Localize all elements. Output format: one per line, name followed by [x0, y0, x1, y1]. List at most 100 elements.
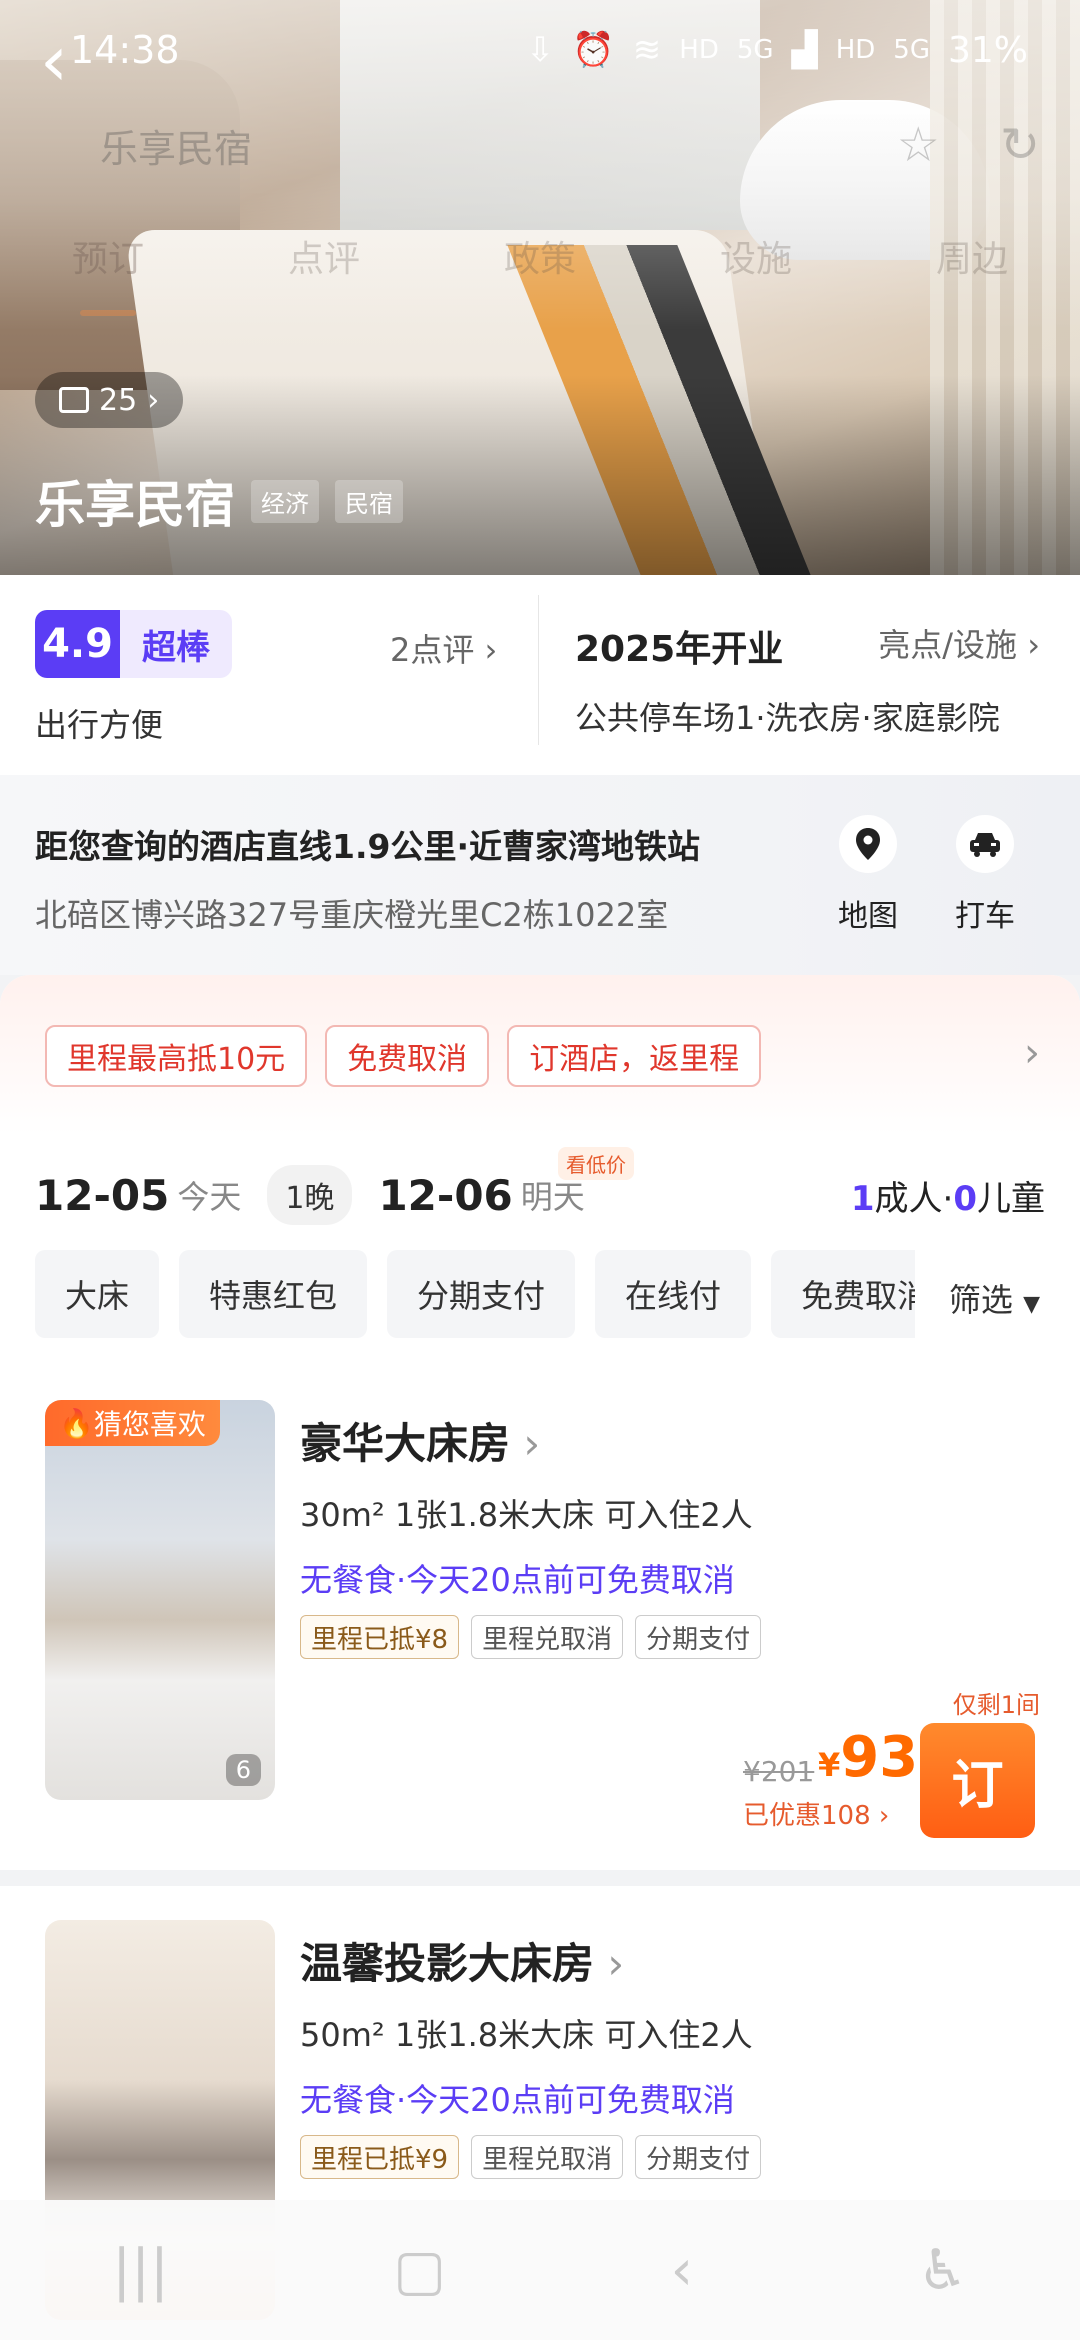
taxi-label: 打车 [955, 899, 1015, 934]
guess-label: 猜您喜欢 [93, 1408, 206, 1441]
room-tag: 分期支付 [635, 2135, 762, 2179]
chevron-right-icon: › [484, 631, 498, 669]
promo-tags[interactable]: 里程最高抵10元 免费取消 订酒店，返里程 [45, 1025, 762, 1087]
status-icons: ⇩ ⏰ ≋ HD 5G ▟ HD 5G 31% [526, 30, 1028, 71]
rating-label[interactable]: 超棒 [120, 610, 232, 678]
rating-card: 4.9 超棒 2点评 › 出行方便 2025年开业 亮点/设施 › 公共停车场1… [0, 575, 1080, 775]
highlights-link[interactable]: 亮点/设施 › [878, 620, 1040, 666]
room-title[interactable]: 温馨投影大床房 › [300, 1930, 624, 1991]
alarm-icon: ⏰ [572, 30, 615, 70]
chip-installment[interactable]: 分期支付 [387, 1250, 576, 1338]
wifi-icon: ≋ [632, 30, 662, 70]
map-label: 地图 [838, 899, 898, 934]
discount-text: 已优惠108 [743, 1801, 871, 1831]
nights-count: 1晚 [267, 1165, 353, 1225]
system-nav-bar: ||| ▢ ‹ ♿ [0, 2200, 1080, 2340]
highlights-label: 亮点/设施 [878, 626, 1018, 664]
promo-tag-return-mileage[interactable]: 订酒店，返里程 [507, 1025, 762, 1087]
back-icon[interactable]: ‹ [671, 2238, 693, 2303]
taxi-button[interactable]: 打车 [935, 815, 1035, 935]
location-card[interactable]: 距您查询的酒店直线1.9公里·近曹家湾地铁站 北碚区博兴路327号重庆橙光里C2… [0, 775, 1080, 975]
status-battery: 31% [947, 29, 1028, 71]
chevron-right-icon: › [594, 1939, 625, 1988]
discount-link[interactable]: 已优惠108 › [743, 1795, 889, 1832]
room-policy: 无餐食·今天20点前可免费取消 [300, 1561, 735, 1599]
room-tags: 里程已抵¥9 里程兑取消 分期支付 [300, 2135, 762, 2179]
photo-count-button[interactable]: 25 › [35, 372, 184, 428]
chip-red-packet[interactable]: 特惠红包 [179, 1250, 368, 1338]
reviews-count: 2点评 [390, 631, 475, 669]
caret-down-icon: ▼ [1023, 1292, 1040, 1317]
rating-score[interactable]: 4.9 [35, 610, 120, 678]
date-selector[interactable]: 12-05 今天 1晚 12-06 明天 看低价 1成人·0儿童 [35, 1147, 1045, 1235]
promo-tag-mileage[interactable]: 里程最高抵10元 [45, 1025, 308, 1087]
book-button[interactable]: 订 [920, 1723, 1035, 1838]
photo-count-value: 25 [99, 382, 138, 418]
children-label: 儿童 [977, 1178, 1045, 1219]
chevron-right-icon[interactable]: › [1024, 1030, 1040, 1076]
room-image[interactable]: 🔥 猜您喜欢 6 [45, 1400, 275, 1800]
opened-year: 2025年开业 [575, 629, 784, 670]
room-spec: 30m² 1张1.8米大床 可入住2人 [300, 1496, 753, 1534]
checkout-date[interactable]: 12-06 [378, 1171, 512, 1220]
reviews-link[interactable]: 2点评 › [390, 625, 497, 671]
room-tag: 里程已抵¥9 [300, 2135, 460, 2179]
nav-title: 乐享民宿 [100, 126, 253, 171]
status-net2: 5G [736, 35, 774, 65]
rating-subtitle: 出行方便 [35, 706, 164, 744]
price-value: 93 [840, 1725, 919, 1790]
home-icon[interactable]: ▢ [393, 2238, 446, 2303]
recents-icon[interactable]: ||| [112, 2238, 169, 2303]
tab-reviews[interactable]: 点评 [288, 230, 360, 282]
status-time: 14:38 [70, 28, 180, 72]
status-bar: 14:38 ⇩ ⏰ ≋ HD 5G ▟ HD 5G 31% [0, 0, 1080, 100]
status-net1: HD [679, 35, 719, 65]
chip-king-bed[interactable]: 大床 [35, 1250, 160, 1338]
map-button[interactable]: 地图 [818, 815, 918, 935]
filter-button[interactable]: 筛选 ▼ [949, 1275, 1040, 1321]
low-price-badge[interactable]: 看低价 [558, 1147, 634, 1180]
room-tag: 里程兑取消 [471, 1615, 624, 1659]
adults-count: 1 [850, 1178, 875, 1219]
chip-free-cancel[interactable]: 免费取消 [771, 1250, 915, 1338]
status-net4: 5G [893, 35, 930, 65]
room-title[interactable]: 豪华大床房 › [300, 1410, 540, 1471]
tab-nearby[interactable]: 周边 [936, 230, 1008, 282]
facilities-summary: 公共停车场1·洗衣房·家庭影院 [575, 699, 1000, 737]
room-tag: 里程兑取消 [471, 2135, 624, 2179]
location-distance: 距您查询的酒店直线1.9公里·近曹家湾地铁站 [35, 827, 700, 866]
back-button[interactable]: ‹ [40, 20, 68, 102]
filter-chips: 大床 特惠红包 分期支付 在线付 免费取消 [35, 1250, 915, 1340]
price-currency: ¥ [818, 1746, 841, 1784]
guest-selector[interactable]: 1成人·0儿童 [851, 1171, 1045, 1220]
hotel-name-row: 乐享民宿 经济 民宿 [35, 465, 403, 537]
room-image-count: 6 [225, 1754, 261, 1786]
accessibility-icon[interactable]: ♿ [918, 2238, 968, 2303]
original-price: ¥201 [743, 1755, 815, 1788]
tab-booking[interactable]: 预订 [72, 230, 144, 282]
signal-icon: ▟ [791, 30, 818, 70]
favorite-star-icon[interactable]: ☆ [897, 117, 940, 173]
rooms-remaining: 仅剩1间 [952, 1691, 1040, 1719]
room-tags: 里程已抵¥8 里程兑取消 分期支付 [300, 1615, 762, 1659]
room-card[interactable]: 🔥 猜您喜欢 6 豪华大床房 › 30m² 1张1.8米大床 可入住2人 无餐食·… [0, 1375, 1080, 1870]
chevron-right-icon: › [870, 1801, 890, 1831]
chip-online-pay[interactable]: 在线付 [595, 1250, 752, 1338]
tab-facilities[interactable]: 设施 [720, 230, 792, 282]
hotel-tag-economy: 经济 [251, 479, 319, 523]
room-policy: 无餐食·今天20点前可免费取消 [300, 2081, 735, 2119]
room-tag: 里程已抵¥8 [300, 1615, 460, 1659]
checkin-date[interactable]: 12-05 [35, 1171, 169, 1220]
tab-active-indicator [80, 310, 136, 316]
room-title-text: 豪华大床房 [300, 1419, 511, 1468]
share-icon[interactable]: ↻ [1000, 117, 1040, 173]
guess-you-like-badge: 🔥 猜您喜欢 [45, 1400, 220, 1446]
tab-policy[interactable]: 政策 [504, 230, 576, 282]
nav-icons: ☆ ↻ [897, 117, 1040, 173]
current-price: ¥93 [818, 1725, 918, 1790]
promo-tag-free-cancel[interactable]: 免费取消 [325, 1025, 490, 1087]
room-card[interactable]: 温馨投影大床房 › 50m² 1张1.8米大床 可入住2人 无餐食·今天20点前… [0, 1886, 1080, 2320]
children-count: 0 [953, 1178, 977, 1219]
image-icon [59, 387, 89, 413]
room-spec: 50m² 1张1.8米大床 可入住2人 [300, 2016, 753, 2054]
